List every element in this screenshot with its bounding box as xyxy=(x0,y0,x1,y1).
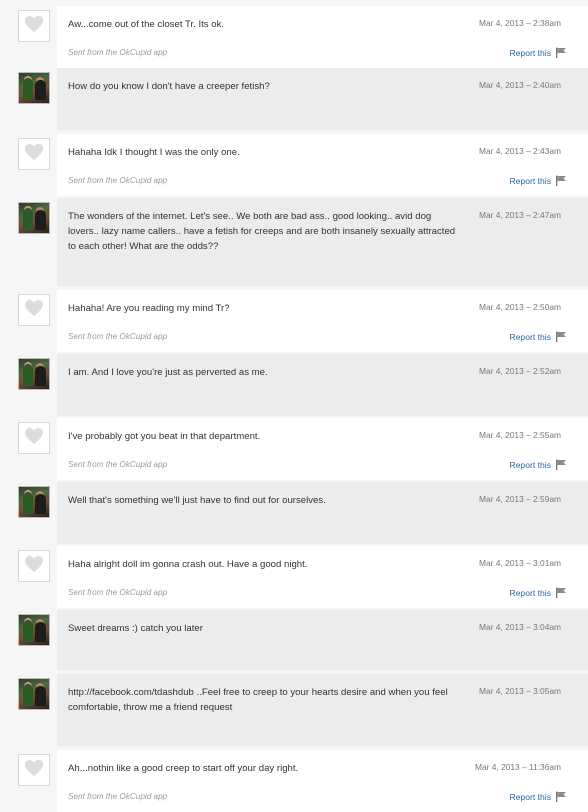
flag-icon xyxy=(556,459,566,470)
message-row: Haha alright doll im gonna crash out. Ha… xyxy=(0,546,588,608)
sent-message-bubble: I've probably got you beat in that depar… xyxy=(57,418,588,480)
report-link[interactable]: Report this xyxy=(509,791,567,802)
avatar[interactable] xyxy=(18,678,50,710)
sent-from-app-note: Sent from the OkCupid app xyxy=(68,588,168,597)
message-row: Well that's something we'll just have to… xyxy=(0,482,588,544)
message-timestamp: Mar 4, 2013 – 3:01am xyxy=(479,558,561,568)
message-timestamp: Mar 4, 2013 – 2:52am xyxy=(479,366,561,376)
avatar-placeholder[interactable] xyxy=(18,422,50,454)
avatar-placeholder[interactable] xyxy=(18,754,50,786)
sent-message-bubble: Aw...come out of the closet Tr. Its ok. M… xyxy=(57,6,588,68)
avatar[interactable] xyxy=(18,358,50,390)
avatar-placeholder[interactable] xyxy=(18,294,50,326)
report-label[interactable]: Report this xyxy=(509,460,551,470)
message-text: Well that's something we'll just have to… xyxy=(68,495,326,506)
flag-icon xyxy=(556,587,566,598)
message-timestamp: Mar 4, 2013 – 11:36am xyxy=(475,762,561,772)
sent-message-bubble: Ah...nothin like a good creep to start o… xyxy=(57,750,588,812)
message-text: I've probably got you beat in that depar… xyxy=(68,431,261,442)
message-row: Ah...nothin like a good creep to start o… xyxy=(0,750,588,812)
heart-icon xyxy=(24,299,44,322)
message-row: The wonders of the internet. Let's see..… xyxy=(0,198,588,286)
avatar-placeholder[interactable] xyxy=(18,10,50,42)
message-text: The wonders of the internet. Let's see..… xyxy=(68,211,456,252)
received-message-bubble: http://facebook.com/tdashdub ..Feel free… xyxy=(57,674,588,746)
avatar[interactable] xyxy=(18,486,50,518)
flag-icon xyxy=(556,47,566,58)
message-row: Hahaha Idk I thought I was the only one.… xyxy=(0,134,588,196)
message-timestamp: Mar 4, 2013 – 2:50am xyxy=(479,302,561,312)
received-message-bubble: The wonders of the internet. Let's see..… xyxy=(57,198,588,286)
received-message-bubble: Sweet dreams :) catch you later Mar 4, 20… xyxy=(57,610,588,670)
avatar-placeholder[interactable] xyxy=(18,138,50,170)
message-text: Sweet dreams :) catch you later xyxy=(68,623,203,634)
message-timestamp: Mar 4, 2013 – 2:47am xyxy=(479,210,561,220)
sent-from-app-note: Sent from the OkCupid app xyxy=(68,176,168,185)
message-row: Hahaha! Are you reading my mind Tr? Mar 4… xyxy=(0,290,588,352)
report-label[interactable]: Report this xyxy=(509,792,551,802)
message-row: I've probably got you beat in that depar… xyxy=(0,418,588,480)
avatar-placeholder[interactable] xyxy=(18,550,50,582)
message-timestamp: Mar 4, 2013 – 2:59am xyxy=(479,494,561,504)
message-row: How do you know I don't have a creeper f… xyxy=(0,68,588,130)
flag-icon xyxy=(556,791,566,802)
report-link[interactable]: Report this xyxy=(509,459,567,470)
message-text: Haha alright doll im gonna crash out. Ha… xyxy=(68,559,308,570)
message-text: Hahaha! Are you reading my mind Tr? xyxy=(68,303,230,314)
report-link[interactable]: Report this xyxy=(509,47,567,58)
sent-message-bubble: Hahaha! Are you reading my mind Tr? Mar 4… xyxy=(57,290,588,352)
message-text: http://facebook.com/tdashdub ..Feel free… xyxy=(68,687,448,713)
report-label[interactable]: Report this xyxy=(509,48,551,58)
report-label[interactable]: Report this xyxy=(509,176,551,186)
report-label[interactable]: Report this xyxy=(509,332,551,342)
message-timestamp: Mar 4, 2013 – 2:38am xyxy=(479,18,561,28)
message-text: How do you know I don't have a creeper f… xyxy=(68,81,270,92)
report-label[interactable]: Report this xyxy=(509,588,551,598)
heart-icon xyxy=(24,759,44,782)
message-timestamp: Mar 4, 2013 – 2:43am xyxy=(479,146,561,156)
heart-icon xyxy=(24,555,44,578)
avatar[interactable] xyxy=(18,202,50,234)
report-link[interactable]: Report this xyxy=(509,175,567,186)
sent-from-app-note: Sent from the OkCupid app xyxy=(68,460,168,469)
sent-message-bubble: Hahaha Idk I thought I was the only one.… xyxy=(57,134,588,196)
message-text: I am. And I love you're just as perverte… xyxy=(68,367,268,378)
received-message-bubble: How do you know I don't have a creeper f… xyxy=(57,68,588,130)
message-row: http://facebook.com/tdashdub ..Feel free… xyxy=(0,674,588,746)
avatar[interactable] xyxy=(18,614,50,646)
sent-message-bubble: Haha alright doll im gonna crash out. Ha… xyxy=(57,546,588,608)
message-row: Aw...come out of the closet Tr. Its ok. M… xyxy=(0,6,588,68)
flag-icon xyxy=(556,331,566,342)
received-message-bubble: I am. And I love you're just as perverte… xyxy=(57,354,588,416)
sent-from-app-note: Sent from the OkCupid app xyxy=(68,48,168,57)
flag-icon xyxy=(556,175,566,186)
message-timestamp: Mar 4, 2013 – 2:55am xyxy=(479,430,561,440)
avatar[interactable] xyxy=(18,72,50,104)
message-row: Sweet dreams :) catch you later Mar 4, 20… xyxy=(0,610,588,670)
report-link[interactable]: Report this xyxy=(509,587,567,598)
heart-icon xyxy=(24,15,44,38)
received-message-bubble: Well that's something we'll just have to… xyxy=(57,482,588,544)
message-text: Hahaha Idk I thought I was the only one. xyxy=(68,147,240,158)
heart-icon xyxy=(24,143,44,166)
message-text: Ah...nothin like a good creep to start o… xyxy=(68,763,299,774)
message-row: I am. And I love you're just as perverte… xyxy=(0,354,588,416)
message-text: Aw...come out of the closet Tr. Its ok. xyxy=(68,19,225,30)
message-timestamp: Mar 4, 2013 – 3:04am xyxy=(479,622,561,632)
message-timestamp: Mar 4, 2013 – 2:40am xyxy=(479,80,561,90)
sent-from-app-note: Sent from the OkCupid app xyxy=(68,332,168,341)
message-timestamp: Mar 4, 2013 – 3:05am xyxy=(479,686,561,696)
report-link[interactable]: Report this xyxy=(509,331,567,342)
heart-icon xyxy=(24,427,44,450)
